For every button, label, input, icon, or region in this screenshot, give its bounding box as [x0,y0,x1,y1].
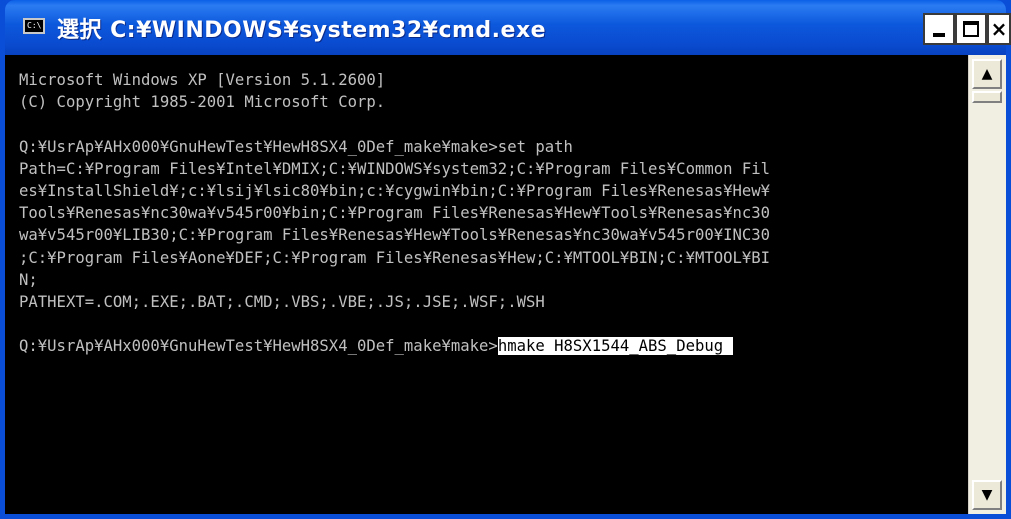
console-line: PATHEXT=.COM;.EXE;.BAT;.CMD;.VBS;.VBE;.J… [19,292,545,311]
command-prompt: Q:¥UsrAp¥AHx000¥GnuHewTest¥HewH8SX4_0Def… [19,337,498,356]
console-line: Path=C:¥Program Files¥Intel¥DMIX;C:¥WIND… [19,159,771,178]
minimize-button[interactable] [923,13,955,45]
command-line: Q:¥UsrAp¥AHx000¥GnuHewTest¥HewH8SX4_0Def… [19,335,968,357]
console-output[interactable]: Microsoft Windows XP [Version 5.1.2600] … [5,55,968,514]
title-bar[interactable]: C:\ 選択 C:¥WINDOWS¥system32¥cmd.exe × [5,0,1011,55]
console-line: Tools¥Renesas¥nc30wa¥v545r00¥bin;C:¥Prog… [19,204,771,223]
console-line: ;C:¥Program Files¥Aone¥DEF;C:¥Program Fi… [19,248,771,267]
console-line: (C) Copyright 1985-2001 Microsoft Corp. [19,93,386,112]
console-app-icon[interactable]: C:\ [23,18,45,34]
window-title: 選択 C:¥WINDOWS¥system32¥cmd.exe [57,18,547,43]
arrow-down-icon: ▼ [981,487,993,503]
maximize-icon [963,21,979,37]
close-button[interactable]: × [987,13,1011,45]
arrow-up-icon: ▲ [981,66,993,82]
console-line: wa¥v545r00¥LIB30;C:¥Program Files¥Renesa… [19,226,771,245]
selected-command-text[interactable]: hmake H8SX1544_ABS_Debug [497,337,733,356]
console-line: N; [19,270,38,289]
cmd-window: C:\ 選択 C:¥WINDOWS¥system32¥cmd.exe × Mic… [0,0,1011,519]
close-icon: × [990,17,1008,41]
scroll-up-button[interactable]: ▲ [972,59,1002,89]
scroll-down-button[interactable]: ▼ [972,480,1002,510]
minimize-icon [933,33,945,37]
console-line: Q:¥UsrAp¥AHx000¥GnuHewTest¥HewH8SX4_0Def… [19,137,573,156]
scroll-thumb[interactable] [972,91,1002,103]
maximize-button[interactable] [955,13,987,45]
vertical-scrollbar[interactable]: ▲ ▼ [968,55,1006,514]
console-line: es¥InstallShield¥;c:¥lsij¥lsic80¥bin;c:¥… [19,181,771,200]
console-line: Microsoft Windows XP [Version 5.1.2600] [19,71,386,89]
